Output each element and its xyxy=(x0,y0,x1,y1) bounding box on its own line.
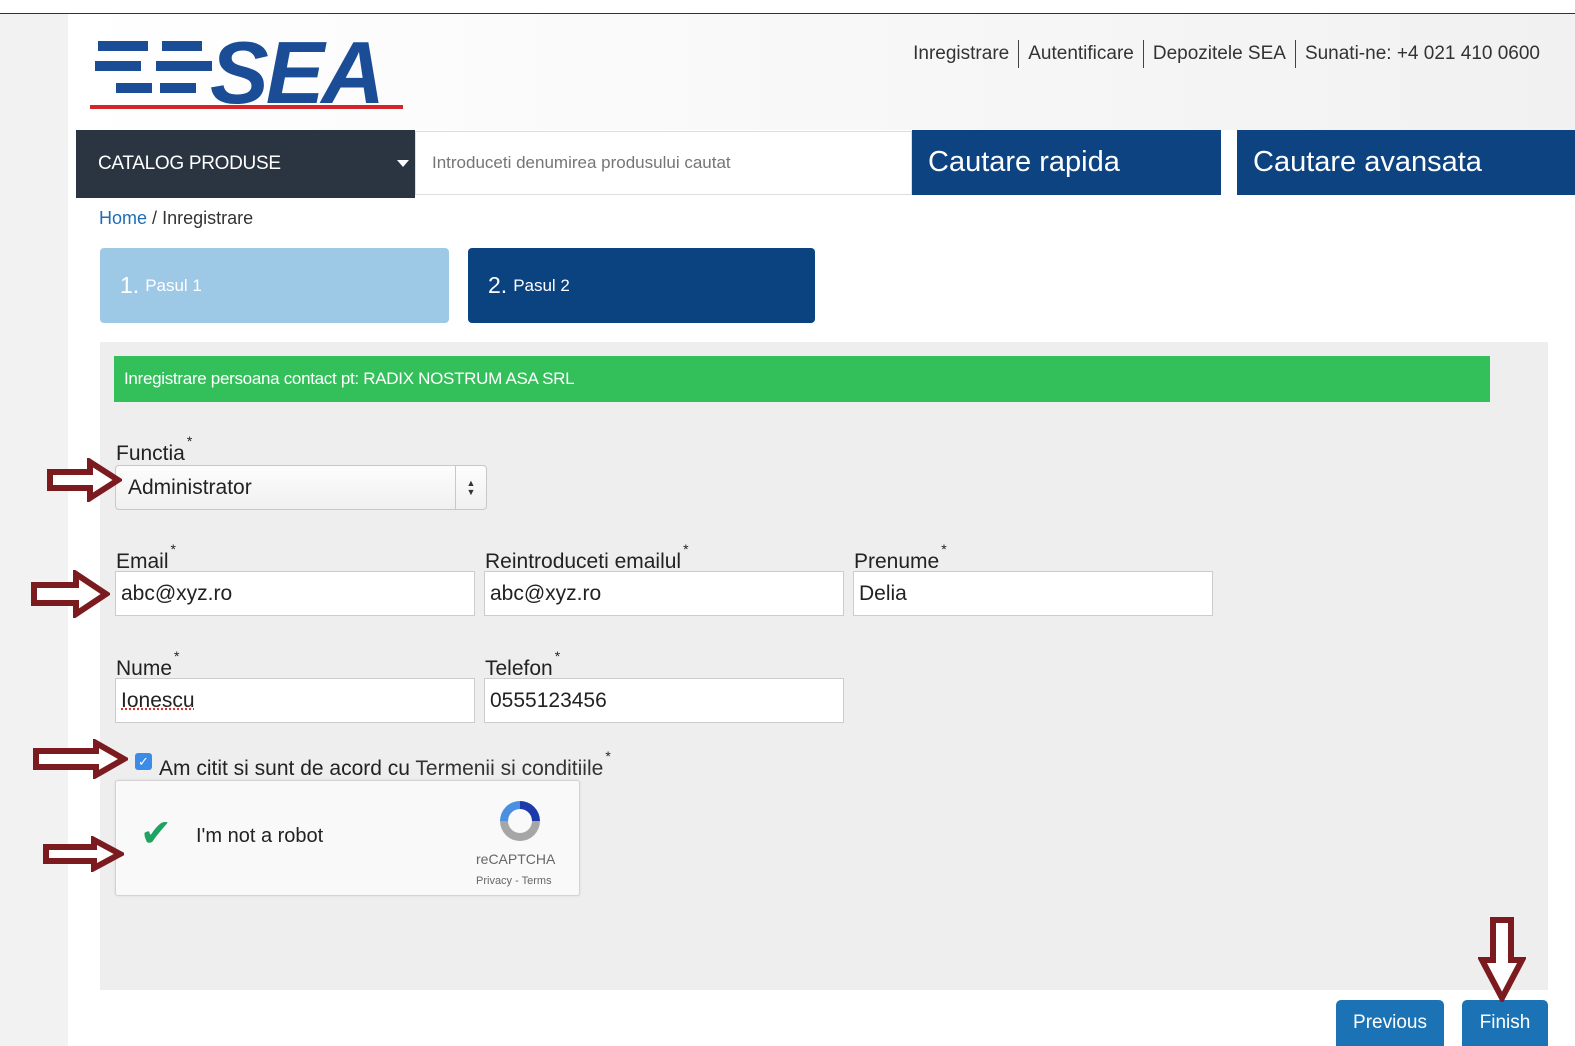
logo-bar xyxy=(116,83,152,93)
breadcrumb-separator: / xyxy=(152,208,158,228)
logo-bar xyxy=(98,41,148,51)
logo-bar xyxy=(156,61,212,71)
breadcrumb: Home / Inregistrare xyxy=(99,208,253,229)
advanced-search-button[interactable]: Cautare avansata xyxy=(1237,130,1575,195)
required-mark: * xyxy=(941,541,947,557)
prenume-label: Prenume* xyxy=(854,541,947,574)
recaptcha-privacy-terms[interactable]: Privacy - Terms xyxy=(476,875,552,887)
sea-logo[interactable]: SEA xyxy=(90,29,410,117)
logo-underline xyxy=(90,105,403,109)
email-field[interactable] xyxy=(115,571,475,616)
link-autentificare[interactable]: Autentificare xyxy=(1018,40,1143,68)
catalog-label: CATALOG PRODUSE xyxy=(98,153,281,174)
nume-field[interactable] xyxy=(115,678,475,723)
functia-label-text: Functia xyxy=(116,442,185,465)
annotation-arrow-icon xyxy=(47,458,122,502)
recaptcha-label: I'm not a robot xyxy=(196,825,324,847)
terms-link[interactable]: Termenii si conditiile xyxy=(415,757,603,780)
telefon-label: Telefon* xyxy=(485,648,560,681)
prenume-field[interactable] xyxy=(853,571,1213,616)
email-label: Email* xyxy=(116,541,176,574)
nume-label-text: Nume xyxy=(116,657,173,680)
reemail-label: Reintroduceti emailul* xyxy=(485,541,689,574)
annotation-arrow-icon xyxy=(33,739,128,779)
product-search-input[interactable] xyxy=(415,131,912,195)
functia-label: Functia* xyxy=(116,433,192,466)
telefon-field[interactable] xyxy=(484,678,844,723)
terms-checkbox[interactable]: ✓ xyxy=(135,753,152,770)
required-mark: * xyxy=(186,433,193,449)
terms-prefix: Am citit si sunt de acord cu xyxy=(159,757,410,780)
reemail-label-text: Reintroduceti emailul xyxy=(485,550,682,573)
logo-bar xyxy=(160,83,196,93)
annotation-arrow-icon xyxy=(1478,917,1526,1002)
finish-button[interactable]: Finish xyxy=(1462,1000,1548,1046)
required-mark: * xyxy=(683,541,689,557)
telefon-label-text: Telefon xyxy=(485,657,553,680)
annotation-arrow-icon xyxy=(31,570,110,618)
quick-search-button[interactable]: Cautare rapida xyxy=(912,130,1221,195)
recaptcha-brand: reCAPTCHA xyxy=(476,851,556,867)
logo-bar xyxy=(95,61,141,71)
link-depozitele[interactable]: Depozitele SEA xyxy=(1142,40,1295,68)
step-1-tab[interactable]: 1. Pasul 1 xyxy=(100,248,449,323)
logo-bar xyxy=(162,41,202,51)
annotation-arrow-icon xyxy=(43,836,124,872)
catalog-dropdown[interactable]: CATALOG PRODUSE xyxy=(76,130,415,198)
step-number: 1. xyxy=(120,272,140,298)
required-mark: * xyxy=(170,541,176,557)
link-inregistrare[interactable]: Inregistrare xyxy=(904,40,1018,68)
recaptcha-icon xyxy=(500,801,540,841)
previous-button[interactable]: Previous xyxy=(1336,1000,1444,1046)
contact-phone: Sunati-ne: +4 021 410 0600 xyxy=(1294,40,1549,68)
functia-value: Administrator xyxy=(128,475,252,499)
required-mark: * xyxy=(554,648,561,664)
checkmark-icon[interactable]: ✔ xyxy=(140,811,172,856)
chevron-down-icon xyxy=(397,160,409,167)
step-number: 2. xyxy=(488,272,508,298)
breadcrumb-current: Inregistrare xyxy=(162,208,254,228)
left-margin xyxy=(0,14,68,1046)
required-mark: * xyxy=(174,648,180,664)
terms-text: Am citit si sunt de acord cu Termenii si… xyxy=(159,748,611,781)
step-2-tab[interactable]: 2. Pasul 2 xyxy=(468,248,815,323)
step-label: Pasul 1 xyxy=(145,275,202,295)
step-label: Pasul 2 xyxy=(513,275,570,295)
logo-text: SEA xyxy=(210,23,385,122)
functia-select[interactable]: Administrator ▲ ▼ xyxy=(115,465,487,510)
reemail-field[interactable] xyxy=(484,571,844,616)
recaptcha-widget[interactable]: ✔ I'm not a robot reCAPTCHA Privacy - Te… xyxy=(115,780,580,896)
contact-alert: Inregistrare persoana contact pt: RADIX … xyxy=(114,356,1490,402)
nume-label: Nume* xyxy=(116,648,179,681)
select-arrows-icon: ▲ ▼ xyxy=(455,466,486,509)
breadcrumb-home[interactable]: Home xyxy=(99,208,147,228)
prenume-label-text: Prenume xyxy=(854,550,940,573)
email-label-text: Email xyxy=(116,550,169,573)
top-links: Inregistrare Autentificare Depozitele SE… xyxy=(904,40,1549,68)
required-mark: * xyxy=(605,748,611,764)
